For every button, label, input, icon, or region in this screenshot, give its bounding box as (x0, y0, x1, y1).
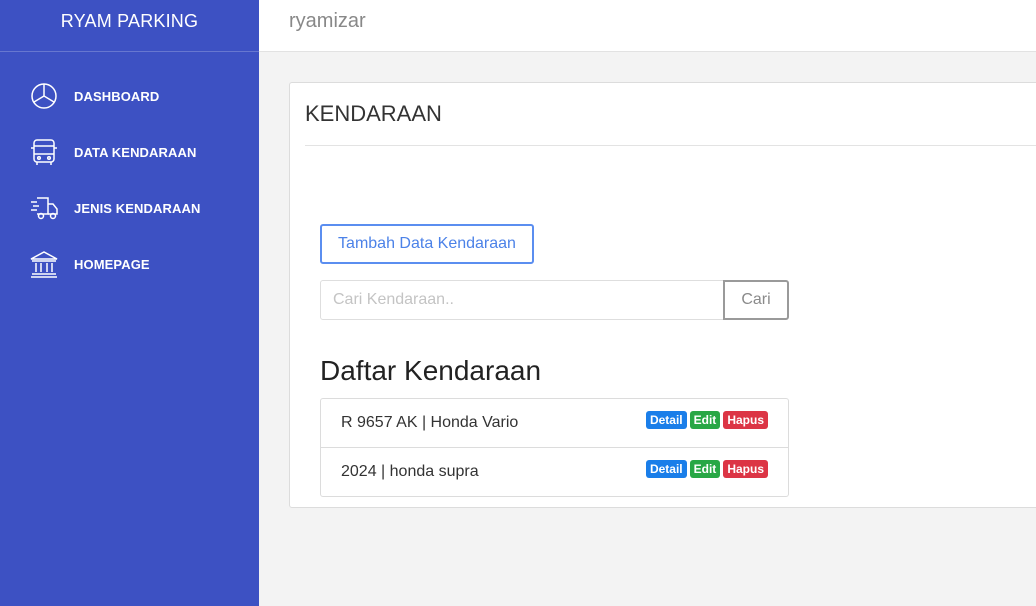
bank-icon (29, 249, 59, 279)
add-vehicle-button[interactable]: Tambah Data Kendaraan (320, 224, 534, 264)
list-item: 2024 | honda supra Detail Edit Hapus (321, 448, 788, 496)
vehicle-text: R 9657 AK | Honda Vario (341, 414, 519, 431)
sidebar-item-dashboard[interactable]: DASHBOARD (0, 68, 259, 124)
search-button[interactable]: Cari (723, 280, 789, 320)
vehicle-list: R 9657 AK | Honda Vario Detail Edit Hapu… (320, 398, 789, 497)
edit-button[interactable]: Edit (689, 460, 721, 478)
sidebar-item-jenis-kendaraan[interactable]: JENIS KENDARAAN (0, 180, 259, 236)
divider (305, 145, 1036, 146)
sidebar-item-label: HOMEPAGE (74, 256, 150, 272)
brand-title: RYAM PARKING (0, 0, 259, 52)
detail-button[interactable]: Detail (645, 411, 687, 429)
detail-button[interactable]: Detail (645, 460, 687, 478)
list-item: R 9657 AK | Honda Vario Detail Edit Hapu… (321, 399, 788, 448)
sidebar: RYAM PARKING DASHBOARD DATA KENDARAAN JE… (0, 0, 259, 606)
username-label[interactable]: ryamizar (289, 10, 366, 33)
sidebar-nav: DASHBOARD DATA KENDARAAN JENIS KENDARAAN… (0, 52, 259, 292)
sidebar-item-label: JENIS KENDARAAN (74, 200, 201, 216)
sidebar-item-homepage[interactable]: HOMEPAGE (0, 236, 259, 292)
bus-icon (29, 137, 59, 167)
delete-button[interactable]: Hapus (723, 460, 768, 478)
vehicle-list-title: Daftar Kendaraan (320, 355, 542, 386)
vehicle-text: 2024 | honda supra (341, 463, 479, 480)
delete-button[interactable]: Hapus (723, 411, 768, 429)
top-navbar: ryamizar (259, 0, 1036, 52)
page-title: KENDARAAN (305, 101, 442, 126)
dashboard-pie-icon (29, 81, 59, 111)
kendaraan-card: KENDARAAN Tambah Data Kendaraan Cari Daf… (289, 82, 1036, 508)
action-badges: Detail Edit Hapus (645, 460, 768, 478)
sidebar-item-label: DASHBOARD (74, 88, 160, 104)
search-input[interactable] (320, 280, 724, 320)
action-badges: Detail Edit Hapus (645, 411, 768, 429)
sidebar-item-data-kendaraan[interactable]: DATA KENDARAAN (0, 124, 259, 180)
truck-icon (29, 193, 59, 223)
edit-button[interactable]: Edit (689, 411, 721, 429)
sidebar-item-label: DATA KENDARAAN (74, 144, 197, 160)
